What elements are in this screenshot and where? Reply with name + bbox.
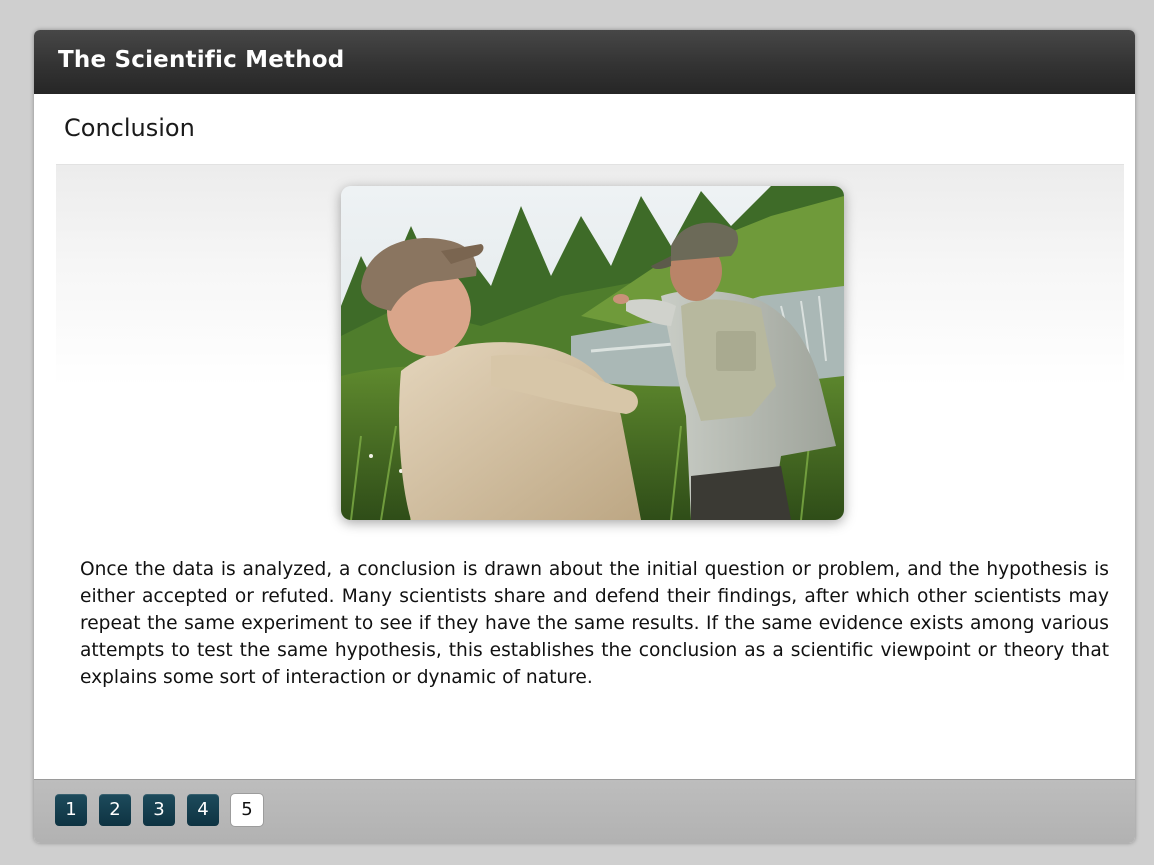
pagination-bar: 1 2 3 4 5 — [34, 779, 1135, 843]
page-button-5-current[interactable]: 5 — [231, 794, 263, 826]
scientists-field-photo — [341, 186, 844, 520]
page-button-3[interactable]: 3 — [143, 794, 175, 826]
page-button-4[interactable]: 4 — [187, 794, 219, 826]
page-buttons: 1 2 3 4 5 — [55, 794, 263, 826]
lesson-title: The Scientific Method — [58, 47, 345, 73]
title-bar: The Scientific Method — [34, 30, 1135, 94]
page-button-1[interactable]: 1 — [55, 794, 87, 826]
conclusion-paragraph: Once the data is analyzed, a conclusion … — [80, 559, 1109, 688]
section-heading: Conclusion — [64, 114, 195, 142]
lesson-window: The Scientific Method Conclusion Once th… — [34, 30, 1135, 843]
page-button-2[interactable]: 2 — [99, 794, 131, 826]
